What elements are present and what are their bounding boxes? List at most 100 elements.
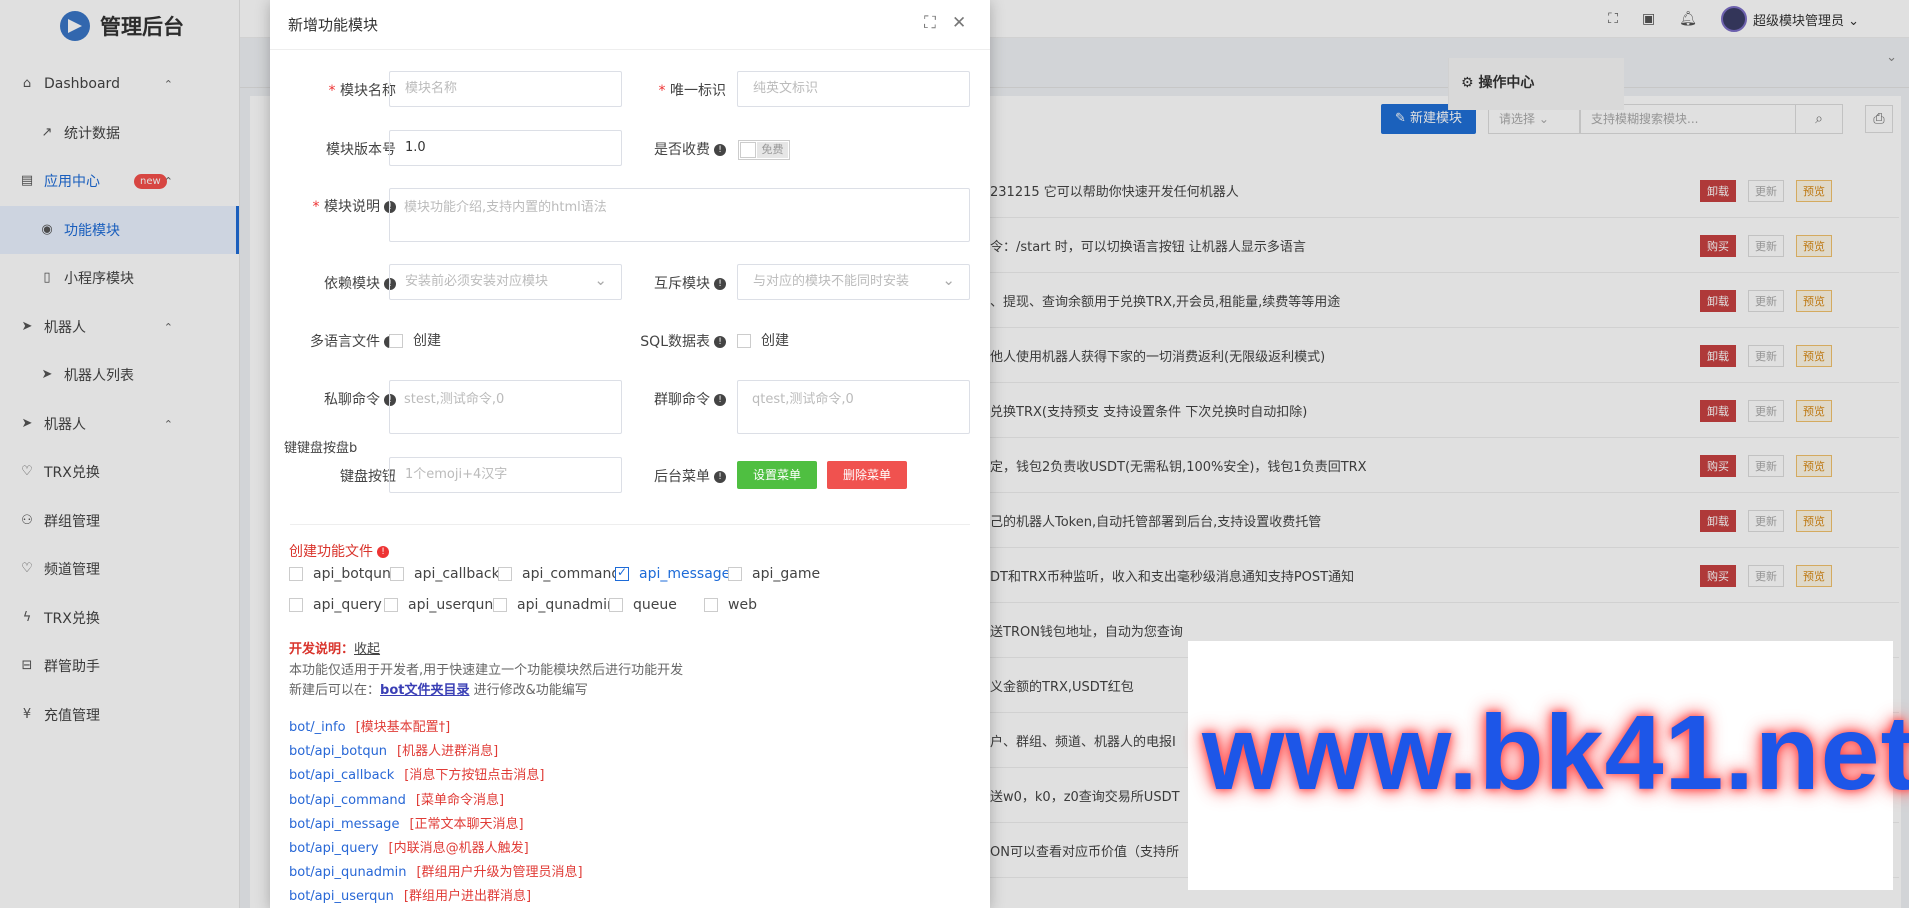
collapse-link[interactable]: 收起 (354, 642, 380, 657)
api-list-item: bot/api_botqun [机器人进群消息] (289, 740, 498, 759)
lang-create-checkbox[interactable]: 创建 (389, 330, 441, 350)
module-name-input[interactable]: 模块名称 (389, 71, 622, 107)
file-checkbox-label: api_command (522, 566, 621, 582)
api-path: bot/api_command (289, 792, 406, 808)
file-checkbox[interactable]: api_command (498, 566, 620, 582)
api-note: [消息下方按钮点击消息] (404, 768, 545, 784)
name-label-text: 模块名称 (340, 83, 396, 99)
private-cmd-label: 私聊命令! (290, 389, 396, 409)
file-checkbox-label: api_query (313, 597, 382, 613)
file-checkbox-label: queue (633, 597, 677, 613)
watermark-box: www.bk41.net (1188, 641, 1909, 890)
version-input[interactable]: 1.0 (389, 130, 622, 166)
file-checkbox-label: api_qunadmin (517, 597, 616, 613)
api-list-item: bot/api_callback [消息下方按钮点击消息] (289, 764, 544, 783)
api-path: bot/api_userqun (289, 889, 394, 905)
help-icon[interactable]: ! (714, 278, 726, 290)
file-checkbox[interactable]: api_userqun (384, 597, 493, 613)
api-note: [菜单命令消息] (415, 792, 505, 808)
api-path: bot/api_message (289, 816, 400, 832)
keyboard-input[interactable]: 1个emoji+4汉字 (389, 457, 622, 493)
file-checkbox[interactable]: api_botqun (289, 566, 391, 582)
delete-menu-button[interactable]: 删除菜单 (827, 461, 907, 489)
toggle-knob (740, 142, 756, 158)
keyboard-label: 键盘按钮 (340, 469, 396, 485)
checkbox-box (390, 567, 404, 581)
api-path: bot/api_query (289, 841, 379, 856)
description-textarea[interactable]: 模块功能介绍,支持内置的html语法 (389, 188, 970, 242)
checkbox-box (615, 565, 629, 581)
desc-label-text: 模块说明 (324, 199, 380, 215)
dev-heading: 开发说明：收起 (289, 638, 380, 657)
api-path: bot/api_qunadmin (289, 865, 407, 881)
help-icon[interactable]: ! (714, 471, 726, 483)
help-icon[interactable]: ! (714, 394, 726, 406)
dev-line-2: 新建后可以在：bot文件夹目录 进行修改&功能编写 (289, 679, 588, 698)
close-icon[interactable]: ✕ (952, 13, 966, 33)
mutex-select[interactable]: 与对应的模块不能同时安装 (737, 263, 970, 300)
file-checkbox[interactable]: api_query (289, 597, 382, 613)
id-label-text: 唯一标识 (670, 83, 726, 99)
backend-menu-label-text: 后台菜单 (654, 469, 710, 485)
file-checkbox[interactable]: queue (609, 597, 677, 613)
file-checkbox[interactable]: api_game (728, 566, 820, 582)
file-checkbox-label: api_userqun (408, 597, 494, 613)
checkbox-box (289, 567, 303, 581)
api-note: [群组用户升级为管理员消息] (416, 865, 583, 881)
files-title-text: 创建功能文件 (289, 544, 373, 560)
help-icon[interactable]: ! (714, 336, 726, 348)
dependency-select[interactable]: 安装前必须安装对应模块 (389, 263, 622, 300)
dev-title: 开发说明： (289, 642, 355, 657)
files-title: 创建功能文件! (289, 541, 389, 561)
checkbox-box (609, 598, 623, 612)
private-cmd-textarea[interactable]: stest,测试命令,0 (389, 380, 622, 434)
file-checkbox[interactable]: api_callback (390, 566, 500, 582)
group-cmd-label-text: 群聊命令 (654, 392, 710, 408)
unique-id-input[interactable]: 纯英文标识 (737, 71, 970, 107)
api-list-item: bot/api_userqun [群组用户进出群消息] (289, 885, 531, 904)
api-list-item: bot/api_query [内联消息@机器人触发] (289, 837, 529, 856)
new-module-dialog: 新增功能模块 ⛶ ✕ * 模块名称 模块名称 * 唯一标识 纯英文标识 模块版本… (270, 0, 990, 908)
group-cmd-label: 群聊命令! (620, 389, 726, 409)
bot-folder-link[interactable]: bot文件夹目录 (380, 683, 469, 698)
checkbox-box (493, 598, 507, 612)
dev-line-2-prefix: 新建后可以在： (289, 683, 381, 698)
file-checkbox[interactable]: api_message (615, 565, 730, 582)
checkbox-box (289, 598, 303, 612)
api-list-item: bot/api_qunadmin [群组用户升级为管理员消息] (289, 861, 583, 880)
api-note: [机器人进群消息] (397, 744, 499, 760)
file-checkbox-label: web (728, 597, 757, 613)
charge-toggle[interactable]: 免费 (738, 140, 790, 160)
api-list-item: bot/api_message [正常文本聊天消息] (289, 813, 524, 832)
help-icon[interactable]: ! (714, 144, 726, 156)
mutex-label: 互斥模块! (620, 273, 726, 293)
toggle-text: 免费 (757, 142, 788, 158)
name-label: * 模块名称 (328, 83, 396, 99)
desc-label: * 模块说明! (290, 196, 396, 216)
file-checkbox[interactable]: api_qunadmin (493, 597, 616, 613)
api-path: bot/_info (289, 720, 346, 735)
api-list-item: bot/_info [模块基本配置†] (289, 716, 450, 735)
sql-create-checkbox[interactable]: 创建 (737, 330, 789, 350)
group-cmd-textarea[interactable]: qtest,测试命令,0 (737, 380, 970, 434)
lang-create-label: 创建 (413, 333, 441, 349)
api-path: bot/api_botqun (289, 744, 388, 760)
set-menu-button[interactable]: 设置菜单 (737, 461, 817, 489)
dialog-title: 新增功能模块 (288, 16, 379, 34)
watermark-text: www.bk41.net (1202, 694, 1909, 812)
api-list-item: bot/api_command [菜单命令消息] (289, 789, 504, 808)
checkbox-box (498, 567, 512, 581)
checkbox-box (737, 334, 751, 348)
warning-icon: ! (377, 546, 389, 558)
api-note: [内联消息@机器人触发] (388, 841, 529, 856)
charge-label: 是否收费! (620, 139, 726, 159)
file-checkbox-label: api_callback (414, 566, 500, 582)
dialog-header: 新增功能模块 ⛶ ✕ (270, 0, 990, 50)
sql-create-label: 创建 (761, 333, 789, 349)
api-note: [正常文本聊天消息] (409, 816, 524, 832)
api-note: [群组用户进出群消息] (403, 889, 532, 905)
checkbox-box (728, 567, 742, 581)
maximize-icon[interactable]: ⛶ (924, 13, 936, 33)
mutex-label-text: 互斥模块 (654, 276, 710, 292)
file-checkbox[interactable]: web (704, 597, 757, 613)
